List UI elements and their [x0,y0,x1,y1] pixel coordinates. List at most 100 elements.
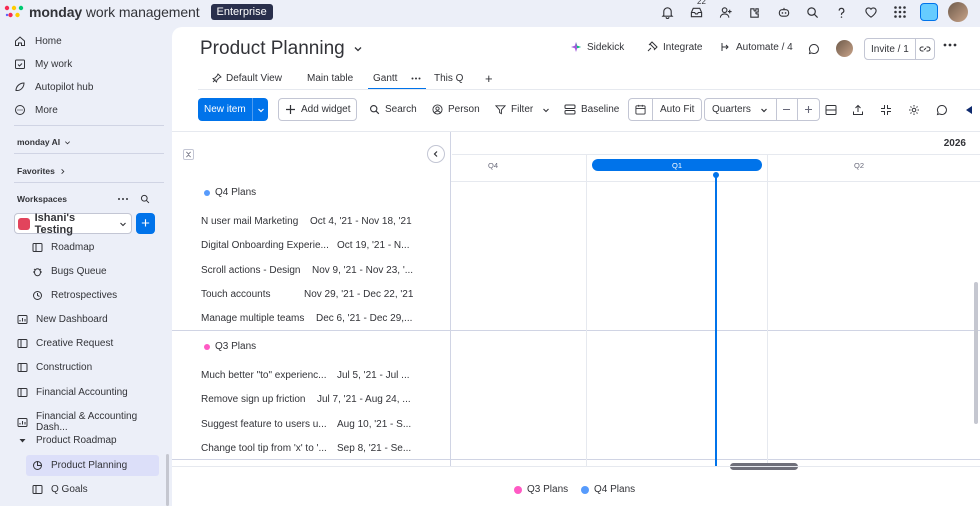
search-icon[interactable] [798,0,827,24]
chevron-down-icon[interactable] [253,106,268,114]
sidebar-item-bugs-queue[interactable]: Bugs Queue [32,266,107,277]
sidebar-item-product-planning[interactable]: Product Planning [26,455,159,476]
workspace-options-icon[interactable] [117,195,129,203]
sidebar-item-roadmap[interactable]: Roadmap [32,242,94,253]
monday-ai-section[interactable]: monday AI [17,137,71,147]
sidebar-item-new-dashboard[interactable]: New Dashboard [17,314,108,325]
baseline-button[interactable]: Baseline [564,98,619,121]
group-color-dot [204,189,210,196]
board-icon [17,362,28,373]
auto-fit-control[interactable]: Auto Fit [628,98,703,121]
sidebar-item-home[interactable]: Home [14,35,62,47]
zoom-control[interactable]: Quarters [704,98,820,121]
more-tools-arrow-icon[interactable] [962,98,976,121]
sidebar-item-financial-accounting[interactable]: Financial Accounting [17,387,128,398]
app-switcher-icon[interactable] [885,0,914,24]
person-filter-button[interactable]: Person [432,98,480,121]
sidebar-item-label: New Dashboard [36,314,108,325]
sidebar-item-q-goals[interactable]: Q Goals [32,484,88,495]
auto-fit-label[interactable]: Auto Fit [653,104,701,115]
heart-icon[interactable] [856,0,885,24]
sidebar-item-product-roadmap[interactable]: Product Roadmap [17,435,117,446]
settings-gear-icon[interactable] [907,98,921,121]
tab-this-q[interactable]: This Q [434,67,463,89]
legend-color-dot [581,485,589,494]
bell-icon[interactable] [653,0,682,24]
automate-button[interactable]: Automate / 4 [719,41,793,53]
calendar-icon[interactable] [629,99,653,120]
integrate-button[interactable]: Integrate [646,41,702,53]
invite-label: Invite / 1 [865,39,916,59]
collapse-all-icon[interactable] [183,149,194,160]
board-title[interactable]: Product Planning [200,38,363,60]
tab-gantt[interactable]: Gantt [367,67,427,90]
sidebar-item-financial-accounting-dashboard[interactable]: Financial & Accounting Dash... [17,411,171,433]
collapse-icon[interactable] [879,98,893,121]
gantt-icon [32,460,43,471]
group-header-q3-plans[interactable]: Q3 Plans [204,341,256,352]
sidebar-item-more[interactable]: More [14,104,58,116]
add-board-button[interactable]: + [136,213,155,234]
export-icon[interactable] [851,98,865,121]
sidebar-item-label: Creative Request [36,338,114,349]
board-member-avatar[interactable] [836,40,853,57]
ai-bot-icon[interactable] [769,0,798,24]
new-item-button[interactable]: New item [198,98,268,121]
inbox-icon[interactable]: 22 [682,0,711,24]
help-icon[interactable] [827,0,856,24]
sidebar-item-creative-request[interactable]: Creative Request [17,338,113,349]
baseline-icon [564,104,576,115]
item-dates: Nov 29, '21 - Dec 22, '21 [304,289,414,300]
item-name: Change tool tip from 'x' to '... [201,443,327,454]
item-dates: Oct 4, '21 - Nov 18, '21 [310,216,412,227]
sidebar-item-retrospectives[interactable]: Retrospectives [32,290,117,301]
filter-button[interactable]: Filter [495,98,550,121]
sidebar-item-label: Product Roadmap [36,435,117,446]
invite-button[interactable]: Invite / 1 [864,38,935,60]
group-header-q4-plans[interactable]: Q4 Plans [204,187,256,198]
item-dates: Aug 10, '21 - S... [337,419,412,430]
quarter-label: Q4 [488,161,499,170]
chat-icon[interactable] [935,98,949,121]
home-icon [14,35,26,47]
sidebar-item-autopilot-hub[interactable]: Autopilot hub [14,81,93,93]
user-avatar[interactable] [943,0,972,24]
add-view-button[interactable]: + [485,67,493,89]
zoom-in-icon[interactable] [798,99,819,120]
tab-main-table[interactable]: Main table [307,67,353,89]
favorites-section[interactable]: Favorites [17,166,66,176]
sidebar-item-my-work[interactable]: My work [14,58,72,70]
plan-badge: Enterprise [210,4,273,20]
sidekick-button[interactable]: Sidekick [570,41,624,53]
add-widget-button[interactable]: Add widget [278,98,358,121]
updates-icon[interactable] [808,43,820,55]
sidebar-item-label: Bugs Queue [51,266,107,277]
collapse-pane-button[interactable] [427,145,445,163]
invite-members-icon[interactable] [711,0,740,24]
apps-icon[interactable] [740,0,769,24]
workspace-avatar[interactable] [914,0,943,24]
group-by-icon[interactable] [824,98,838,121]
tab-default-view[interactable]: Default View [212,67,282,89]
quarters-dropdown[interactable]: Quarters [705,99,777,120]
item-name: Remove sign up friction [201,394,306,405]
search-icon [369,104,380,115]
more-options-icon[interactable] [943,43,957,47]
group-name: Q4 Plans [215,187,257,198]
zoom-out-icon[interactable] [777,99,798,120]
chevron-down-icon [760,106,768,114]
tab-label: This Q [434,72,464,84]
sidebar-item-construction[interactable]: Construction [17,362,92,373]
inbox-count: 22 [697,0,706,6]
sidebar-scrollbar[interactable] [166,454,169,506]
board-toolbar: New item Add widget Search Person Filter… [198,98,980,121]
sidebar-item-label: My work [35,58,73,70]
link-icon[interactable] [916,43,934,55]
tab-options-icon[interactable] [411,77,421,80]
vertical-scrollbar[interactable] [974,282,978,424]
monday-logo[interactable]: monday work management Enterprise [4,4,273,20]
search-button[interactable]: Search [369,98,417,121]
brand-name: monday work management [29,4,200,20]
workspace-selector[interactable]: Ishani's Testing [14,212,132,236]
search-icon[interactable] [139,193,150,204]
